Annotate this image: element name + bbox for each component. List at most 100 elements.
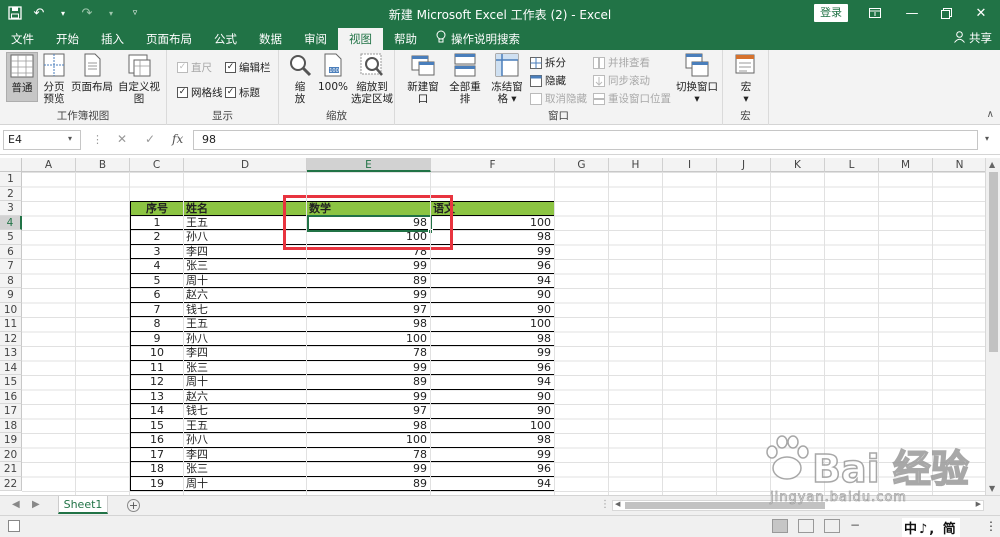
row-header-4[interactable]: 4 [0,215,22,230]
table-cell[interactable]: 8 [130,317,184,332]
table-cell[interactable]: 97 [307,302,431,317]
customize-qat-icon[interactable]: ▿ [126,4,144,22]
table-cell[interactable]: 钱七 [184,404,307,419]
row-header-9[interactable]: 9 [0,288,22,303]
scroll-left-icon[interactable]: ◀ [615,500,620,508]
row-header-3[interactable]: 3 [0,201,22,216]
tab-file[interactable]: 文件 [0,28,45,50]
expand-formula-bar-icon[interactable]: ▾ [985,134,989,143]
table-cell[interactable]: 李四 [184,346,307,361]
ime-indicator[interactable]: 中♪, 简 [902,518,960,537]
scroll-up-icon[interactable]: ▲ [989,160,995,169]
view-side-by-side-button[interactable]: 并排查看 [593,55,650,70]
table-cell[interactable]: 94 [431,375,555,390]
table-cell[interactable]: 94 [431,476,555,491]
table-cell[interactable]: 90 [431,404,555,419]
row-header-16[interactable]: 16 [0,389,22,404]
table-cell[interactable]: 99 [431,346,555,361]
table-cell[interactable]: 98 [307,317,431,332]
column-header-b[interactable]: B [76,158,130,172]
formula-input[interactable]: 98 [193,130,978,150]
row-header-13[interactable]: 13 [0,346,22,361]
table-cell[interactable]: 12 [130,375,184,390]
worksheet-grid[interactable]: ABCDEFGHIJKLMN 1 2 3 4 5 6 7 8 9 10 11 12 13 14 15 16 17… [0,158,985,495]
scroll-down-icon[interactable]: ▼ [989,484,995,493]
table-cell[interactable]: 14 [130,404,184,419]
table-cell[interactable]: 98 [431,331,555,346]
vertical-scroll-thumb[interactable] [989,172,998,352]
table-cell[interactable]: 周十 [184,375,307,390]
macro-record-icon[interactable] [8,520,20,532]
column-header-l[interactable]: L [825,158,879,172]
table-cell[interactable]: 99 [307,462,431,477]
table-cell[interactable]: 孙八 [184,331,307,346]
table-cell[interactable]: 9 [130,331,184,346]
table-cell[interactable]: 李四 [184,447,307,462]
table-cell[interactable]: 98 [431,433,555,448]
table-cell[interactable]: 90 [431,389,555,404]
table-cell[interactable]: 94 [431,273,555,288]
share-button[interactable]: 共享 [954,30,992,46]
table-cell[interactable]: 6 [130,288,184,303]
restore-icon[interactable] [929,0,963,26]
column-header-i[interactable]: I [663,158,717,172]
table-cell[interactable]: 16 [130,433,184,448]
table-cell[interactable]: 11 [130,360,184,375]
table-cell[interactable]: 18 [130,462,184,477]
table-cell[interactable]: 王五 [184,317,307,332]
table-cell[interactable]: 2 [130,230,184,245]
table-cell[interactable]: 98 [307,418,431,433]
table-cell[interactable]: 99 [307,288,431,303]
ribbon-display-icon[interactable] [858,0,892,26]
column-header-e[interactable]: E [307,158,431,172]
row-header-18[interactable]: 18 [0,418,22,433]
tab-review[interactable]: 审阅 [293,28,338,50]
zoom-out-icon[interactable]: − [850,518,860,532]
page-break-preview-button[interactable]: 分页 预览 [40,52,68,105]
table-cell[interactable]: 89 [307,476,431,491]
table-cell[interactable]: 100 [431,418,555,433]
arrange-all-button[interactable]: 全部重排 [445,52,485,105]
table-cell[interactable]: 99 [431,447,555,462]
table-cell[interactable]: 张三 [184,259,307,274]
table-cell[interactable]: 19 [130,476,184,491]
table-cell[interactable]: 5 [130,273,184,288]
table-cell[interactable]: 周十 [184,476,307,491]
table-cell[interactable]: 78 [307,346,431,361]
redo-dropdown-icon[interactable]: ▾ [102,4,120,22]
table-cell[interactable]: 99 [307,389,431,404]
tab-help[interactable]: 帮助 [383,28,428,50]
unhide-button[interactable]: 取消隐藏 [530,91,587,106]
table-cell[interactable]: 13 [130,389,184,404]
ime-settings-icon[interactable]: ⋮ [985,519,997,533]
switch-windows-button[interactable]: 切换窗口 ▾ [675,52,719,105]
table-cell[interactable]: 15 [130,418,184,433]
zoom-to-selection-button[interactable]: 缩放到 选定区域 [351,52,393,105]
row-header-7[interactable]: 7 [0,259,22,274]
column-header-k[interactable]: K [771,158,825,172]
select-all-corner[interactable] [0,158,22,172]
table-cell[interactable]: 赵六 [184,389,307,404]
column-header-d[interactable]: D [184,158,307,172]
table-cell[interactable]: 96 [431,259,555,274]
freeze-panes-button[interactable]: 冻结窗格 ▾ [487,52,527,105]
column-header-n[interactable]: N [933,158,985,172]
table-cell[interactable]: 王五 [184,418,307,433]
row-header-11[interactable]: 11 [0,317,22,332]
enter-icon[interactable]: ✓ [145,132,155,146]
tell-me-search[interactable]: 操作说明搜索 [436,28,520,50]
table-cell[interactable]: 1 [130,215,184,230]
table-cell[interactable]: 89 [307,273,431,288]
table-cell[interactable]: 97 [307,404,431,419]
horizontal-scrollbar[interactable]: ◀ ▶ [612,500,984,511]
custom-views-button[interactable]: 自定义视图 [114,52,164,105]
table-cell[interactable]: 96 [431,360,555,375]
table-cell[interactable]: 3 [130,244,184,259]
new-window-button[interactable]: 新建窗口 [403,52,443,105]
column-header-h[interactable]: H [609,158,663,172]
table-header-cell[interactable]: 序号 [130,201,184,216]
column-header-m[interactable]: M [879,158,933,172]
row-header-20[interactable]: 20 [0,447,22,462]
row-header-5[interactable]: 5 [0,230,22,245]
zoom-100-button[interactable]: 100 100% [317,52,349,93]
